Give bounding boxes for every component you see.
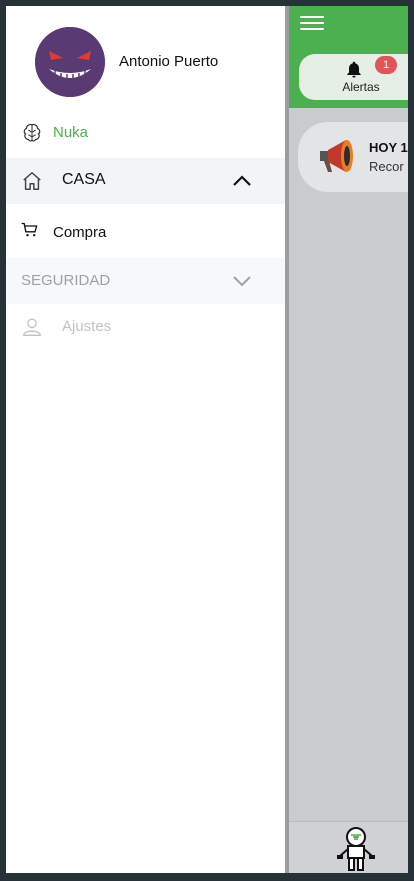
menu-item-ajustes[interactable]: Ajustes [6, 304, 285, 350]
menu-item-label: CASA [62, 171, 106, 188]
menu-item-label: Ajustes [62, 318, 112, 335]
chevron-down-icon[interactable] [232, 274, 252, 288]
profile-name: Antonio Puerto [119, 53, 219, 70]
menu-item-label: Nuka [53, 124, 89, 141]
chevron-up-icon[interactable] [232, 174, 252, 188]
brain-icon [23, 123, 41, 142]
alert-count-badge: 1 [375, 56, 397, 74]
menu-item-casa[interactable]: CASA [6, 158, 285, 204]
menu-item-seguridad[interactable]: SEGURIDAD [6, 258, 285, 304]
navigation-drawer: Antonio Puerto Nuka CASA Compra SEGURIDA… [6, 6, 285, 873]
megaphone-icon [320, 140, 353, 172]
robot-icon[interactable] [334, 826, 378, 872]
drawer-edge [285, 6, 289, 873]
news-title: HOY 1 [369, 140, 408, 155]
user-icon [23, 318, 41, 336]
news-subtitle: Recor [369, 159, 404, 174]
alerts-button[interactable]: 1 Alertas [299, 54, 408, 100]
menu-item-compra[interactable]: Compra [6, 210, 285, 256]
menu-item-label: SEGURIDAD [21, 272, 111, 289]
news-card[interactable]: HOY 1 Recor [298, 122, 408, 192]
avatar[interactable] [35, 27, 105, 97]
ghost-avatar-icon [35, 27, 105, 97]
profile-header[interactable]: Antonio Puerto [6, 6, 285, 116]
home-icon [23, 172, 41, 190]
menu-item-nuka[interactable]: Nuka [6, 110, 285, 156]
hamburger-menu-icon[interactable] [300, 16, 324, 32]
cart-icon [21, 222, 38, 237]
menu-item-label: Compra [53, 224, 107, 241]
bell-icon [347, 61, 361, 78]
alerts-label: Alertas [342, 80, 380, 94]
